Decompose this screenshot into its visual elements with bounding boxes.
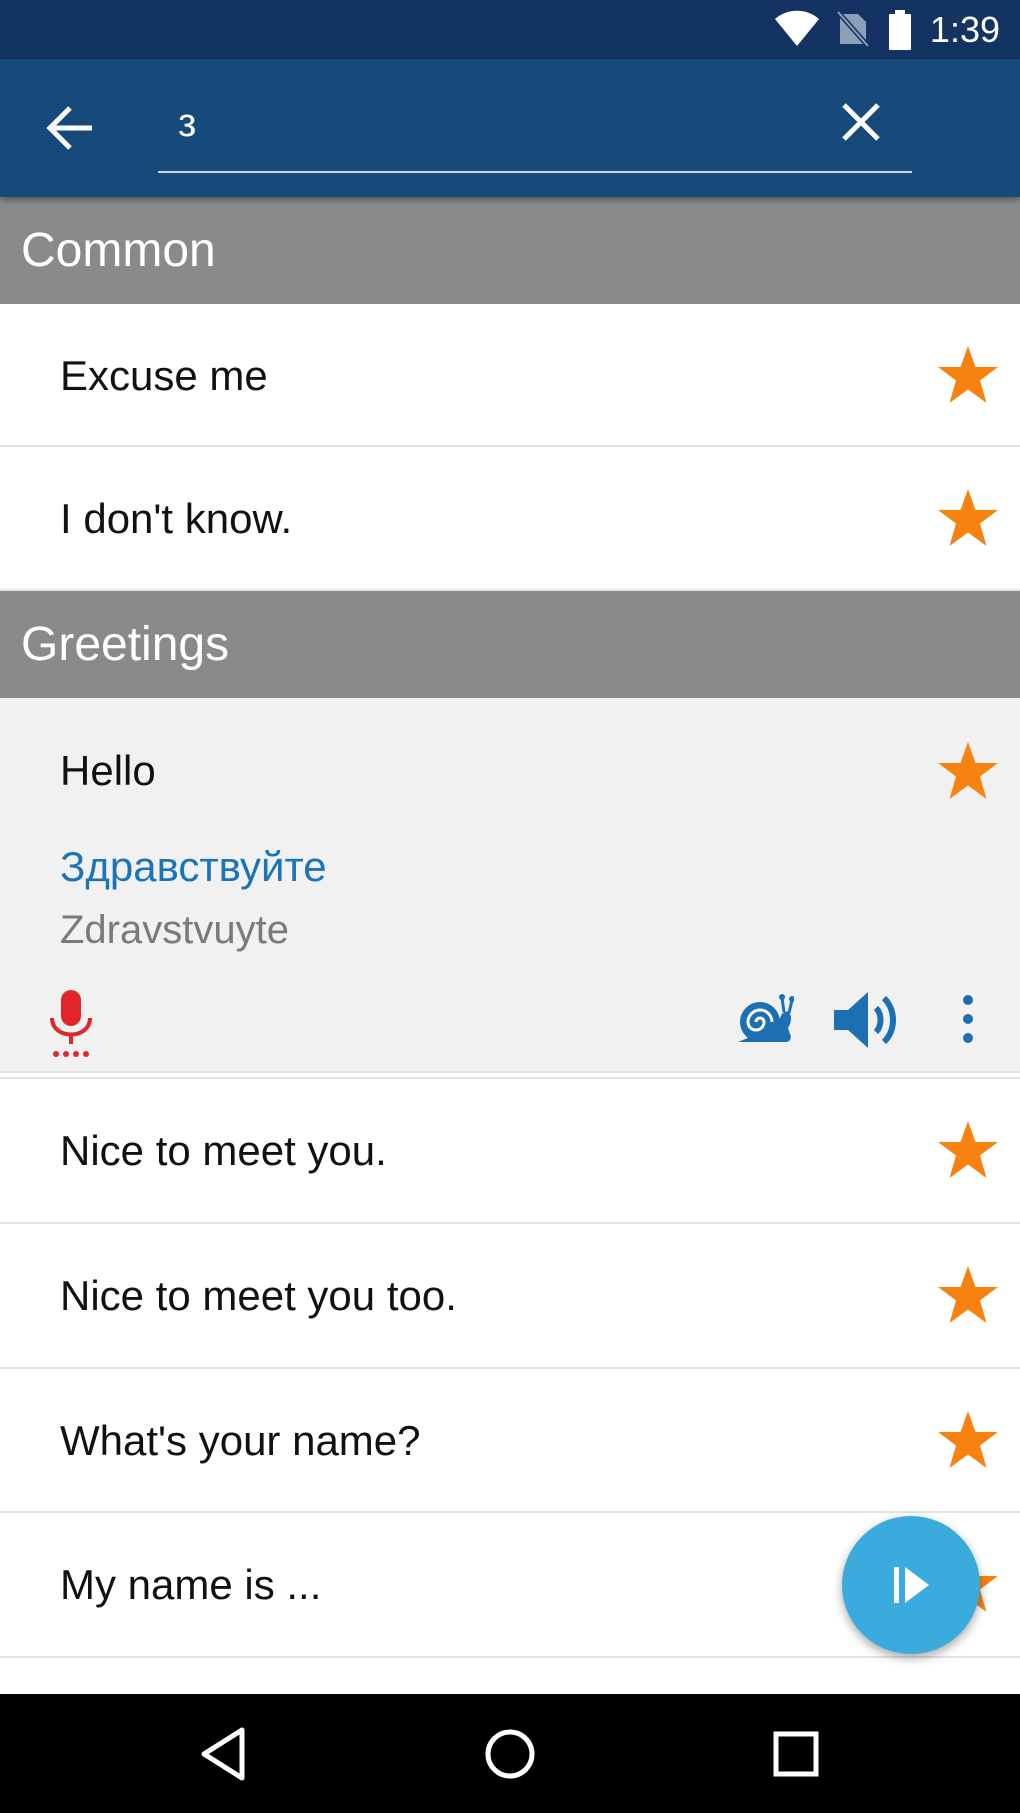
speaker-icon: [834, 992, 896, 1048]
phrase-label: My name is ...: [60, 1561, 322, 1608]
app-bar: [0, 59, 1020, 197]
list-item[interactable]: Excuse me: [0, 304, 1020, 447]
battery-icon: [889, 10, 911, 50]
section-header-greetings: Greetings: [0, 591, 1020, 698]
navigation-bar: [0, 1694, 1020, 1813]
transliteration-text: Zdravstvuyte: [60, 908, 289, 952]
phrase-label: What's your name?: [60, 1417, 421, 1464]
phrase-label: Nice to meet you too.: [60, 1272, 457, 1319]
microphone-icon: [50, 990, 92, 1057]
star-icon[interactable]: [936, 1119, 1000, 1181]
list-item[interactable]: Nice to meet you.: [0, 1079, 1020, 1224]
search-input[interactable]: [178, 93, 738, 153]
phrase-label: I don't know.: [60, 495, 293, 542]
section-header-common: Common: [0, 197, 1020, 304]
phrase-list: Common Excuse me I don't know. Greetings…: [0, 197, 1020, 1658]
wifi-icon: [775, 10, 819, 46]
star-icon[interactable]: [936, 344, 1000, 406]
play-audio-button[interactable]: [832, 988, 900, 1052]
list-item[interactable]: I don't know.: [0, 447, 1020, 591]
star-icon[interactable]: [936, 487, 1000, 549]
record-button[interactable]: [44, 990, 98, 1058]
phrase-label: Excuse me: [60, 352, 268, 399]
translation-text: Здравствуйте: [60, 843, 327, 890]
list-item[interactable]: Nice to meet you too.: [0, 1224, 1020, 1369]
nav-recents-icon[interactable]: [766, 1724, 826, 1784]
more-vert-icon: [963, 995, 973, 1043]
star-icon[interactable]: [936, 1264, 1000, 1326]
list-item[interactable]: What's your name?: [0, 1369, 1020, 1513]
nav-back-icon[interactable]: [194, 1724, 254, 1784]
close-icon: [842, 103, 880, 141]
clear-search-button[interactable]: [830, 91, 892, 153]
no-sim-icon: [836, 10, 870, 48]
arrow-back-icon: [46, 106, 92, 150]
screen: 1:39 Common Excuse me: [0, 0, 1020, 1813]
star-icon[interactable]: [936, 1409, 1000, 1471]
expanded-list-item[interactable]: Hello Здравствуйте Zdravstvuyte: [0, 698, 1020, 1073]
status-bar: 1:39: [0, 0, 1020, 59]
nav-home-icon[interactable]: [480, 1724, 540, 1784]
status-time: 1:39: [929, 9, 1000, 50]
snail-slow-icon: [738, 994, 795, 1042]
play-icon: [894, 1567, 929, 1603]
phrase-label: Nice to meet you.: [60, 1127, 387, 1174]
star-icon[interactable]: [936, 740, 1000, 802]
more-options-button[interactable]: [956, 994, 980, 1044]
play-all-fab[interactable]: [842, 1516, 980, 1654]
phrase-label: Hello: [60, 747, 156, 794]
slow-playback-button[interactable]: [734, 992, 795, 1046]
search-field: [158, 83, 912, 173]
back-button[interactable]: [36, 93, 106, 163]
